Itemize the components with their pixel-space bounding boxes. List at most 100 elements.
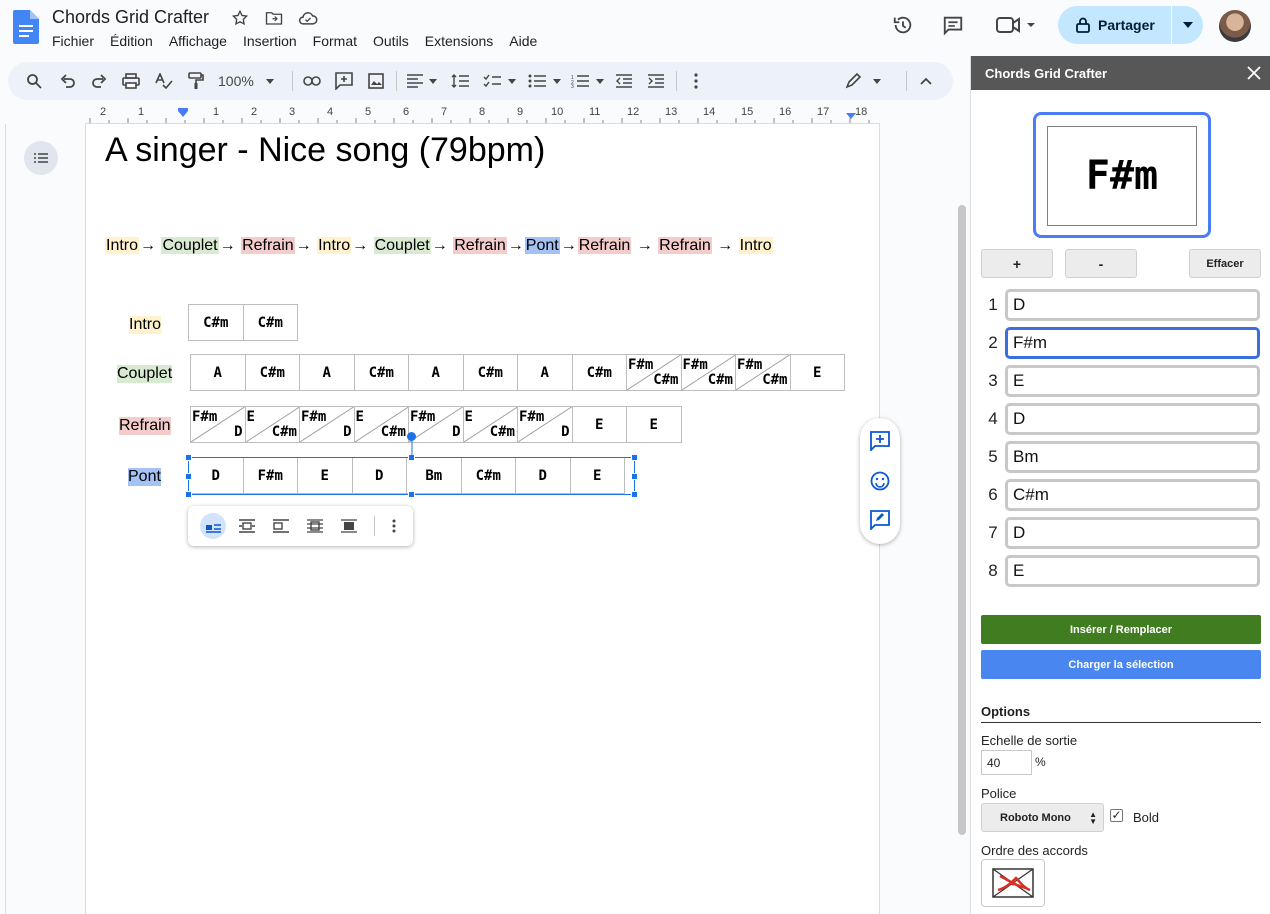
chord-order-button[interactable] [981,859,1045,907]
star-icon[interactable] [229,8,251,28]
chord-bottom: C#m [489,424,515,440]
chord-name: E [595,416,604,433]
cloud-saved-icon[interactable] [297,8,319,28]
chord-input[interactable]: C#m [1005,479,1260,511]
meet-icon[interactable] [994,12,1038,38]
wrap-inline-icon[interactable] [200,513,226,539]
bulleted-list-icon[interactable] [527,71,563,91]
scale-input[interactable]: 40 [981,750,1032,775]
chord-grid-refrain[interactable]: F#m D E C#m F#m D E C#m F#m D E C#m F#m D E E [190,406,682,443]
redo-icon[interactable] [89,71,109,91]
ruler-number: 7 [441,106,448,118]
version-history-icon[interactable] [890,12,916,38]
insert-link-icon[interactable] [302,71,322,91]
add-comment-icon[interactable] [334,71,354,91]
chord-grid-intro[interactable]: C#m C#m [188,304,298,341]
select-arrows-icon: ▲ ▼ [1089,810,1097,826]
chord-name: C#m [475,467,501,484]
toolbar: 100% 123 [8,62,953,100]
add-chord-button[interactable]: + [981,249,1053,278]
load-selection-button[interactable]: Charger la sélection [981,650,1261,679]
chord-grid-couplet[interactable]: A C#m A C#m A C#m A C#m F#m C#m F#m C#m F#m C#m E [190,354,845,391]
font-select[interactable]: Roboto Mono ▲ ▼ [981,803,1104,832]
line-spacing-icon[interactable] [450,71,470,91]
chord-input[interactable]: D [1005,289,1260,321]
menu-edition[interactable]: Édition [102,32,161,50]
add-comment-icon[interactable] [870,431,890,453]
chord-cell: C#m [571,354,627,391]
chord-grid-pont[interactable]: D F#m E D Bm C#m D E [188,457,625,494]
structure-arrow: → [560,237,577,254]
chord-row: 1D [981,288,1260,322]
menu-extensions[interactable]: Extensions [417,32,501,50]
chord-preview[interactable]: F#m [1033,112,1211,238]
chord-input[interactable]: E [1005,365,1260,397]
break-text-icon[interactable] [268,513,294,539]
insert-image-icon[interactable] [366,71,386,91]
ruler-number: 3 [289,106,296,118]
print-icon[interactable] [121,71,141,91]
editing-mode-icon[interactable] [844,71,884,91]
comments-icon[interactable] [940,12,966,38]
ruler-number: 14 [703,106,716,118]
decrease-indent-icon[interactable] [614,71,634,91]
song-heading[interactable]: A singer - Nice song (79bpm) [105,131,545,170]
clear-button[interactable]: Effacer [1189,249,1261,278]
document-outline-button[interactable] [24,141,58,175]
wrap-text-icon[interactable] [234,513,260,539]
chord-cell: A [408,354,464,391]
remove-chord-button[interactable]: - [1065,249,1137,278]
vertical-ruler[interactable] [0,124,6,914]
options-heading: Options [981,704,1261,723]
collapse-menu-icon[interactable] [916,71,936,91]
chord-cell: C#m [188,304,244,341]
bold-checkbox[interactable]: ✓ [1110,809,1123,822]
chord-input[interactable]: E [1005,555,1260,587]
in-front-of-text-icon[interactable] [336,513,362,539]
checklist-icon[interactable] [482,71,518,91]
menu-format[interactable]: Format [305,32,365,50]
share-dropdown-icon[interactable] [1172,6,1203,44]
search-menu-icon[interactable] [24,71,44,91]
document-title[interactable]: Chords Grid Crafter [52,7,209,28]
chord-cell: D [351,457,407,494]
insert-replace-button[interactable]: Insérer / Remplacer [981,615,1261,644]
ruler-number: 18 [855,106,868,118]
align-select[interactable] [406,71,438,91]
spellcheck-icon[interactable] [154,71,174,91]
avatar[interactable] [1219,10,1251,42]
chord-input[interactable]: F#m [1005,327,1260,359]
chord-name: D [211,467,220,484]
structure-segment: Intro [317,237,352,254]
menu-affichage[interactable]: Affichage [161,32,235,50]
menu-aide[interactable]: Aide [501,32,545,50]
docs-logo-icon[interactable] [13,10,39,44]
chord-cell: C#m [242,304,298,341]
song-structure-line[interactable]: Intro → Couplet → Refrain → Intro → Couplet →… [105,237,773,255]
chord-cell: E [789,354,845,391]
share-button[interactable]: Partager [1058,6,1203,44]
move-to-folder-icon[interactable] [263,8,285,28]
chord-top: F#m [301,409,327,425]
numbered-list-icon[interactable]: 123 [570,71,606,91]
paint-format-icon[interactable] [186,71,206,91]
chord-input[interactable]: D [1005,403,1260,435]
ruler-number: 16 [779,106,792,118]
zoom-select[interactable]: 100% [218,71,288,91]
more-options-icon[interactable] [686,71,706,91]
undo-icon[interactable] [58,71,78,91]
close-icon[interactable] [1245,64,1263,82]
chord-input[interactable]: Bm [1005,441,1260,473]
menu-outils[interactable]: Outils [365,32,417,50]
document-scrollbar[interactable] [958,205,966,835]
behind-text-icon[interactable] [302,513,328,539]
image-more-options-icon[interactable] [381,513,407,539]
chord-input[interactable]: D [1005,517,1260,549]
increase-indent-icon[interactable] [646,71,666,91]
menu-insertion[interactable]: Insertion [235,32,305,50]
ruler[interactable]: 2 1 1 2 3 4 5 6 7 8 9 10 11 12 13 14 15 … [85,104,880,124]
emoji-reaction-icon[interactable] [870,471,890,491]
chevron-down-icon [265,78,274,84]
menu-fichier[interactable]: Fichier [44,32,102,50]
suggest-edits-icon[interactable] [870,510,890,532]
